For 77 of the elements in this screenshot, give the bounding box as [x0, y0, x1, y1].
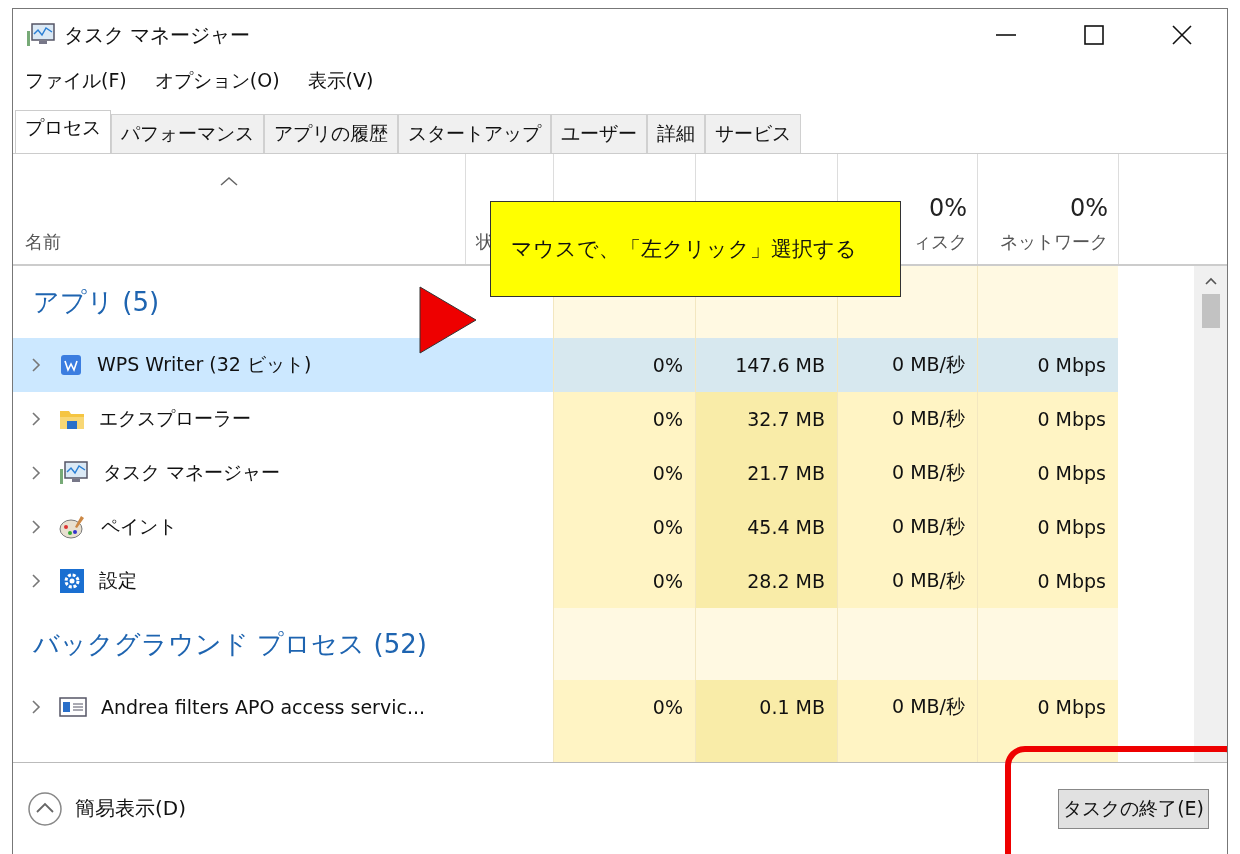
tab[interactable]: スタートアップ [398, 114, 551, 153]
column-percent: 0% [1069, 194, 1108, 222]
chevron-icon[interactable] [31, 519, 41, 535]
process-row[interactable]: Andrea filters APO access servic... 0% 0.1 MB 0 MB/秒 0 Mbps [13, 680, 1194, 734]
menu-item[interactable]: ファイル(F) [25, 68, 127, 94]
chevron-icon[interactable] [31, 465, 41, 481]
memory-cell: 0.1 MB [695, 680, 837, 734]
callout-box: マウスで、「左クリック」選択する [490, 201, 901, 297]
gear-icon [59, 568, 85, 594]
cpu-cell: 0% [553, 392, 695, 446]
tab[interactable]: パフォーマンス [111, 114, 264, 153]
process-row[interactable]: ペイント 0% 45.4 MB 0 MB/秒 0 Mbps [13, 500, 1194, 554]
chevron-icon[interactable] [31, 699, 41, 715]
column-header[interactable]: ィスク [913, 230, 967, 254]
process-name: 設定 [99, 568, 137, 593]
menu-item[interactable]: 表示(V) [307, 68, 374, 94]
process-row[interactable]: エクスプローラー 0% 32.7 MB 0 MB/秒 0 Mbps [13, 392, 1194, 446]
monitor-chart-icon [26, 22, 56, 48]
maximize-icon[interactable] [1083, 24, 1105, 46]
column-header[interactable]: ネットワーク [1000, 230, 1108, 254]
network-cell: 0 Mbps [977, 338, 1118, 392]
column-header[interactable]: 名前 [25, 230, 61, 254]
tab[interactable]: 詳細 [647, 114, 705, 153]
memory-cell: 21.7 MB [695, 446, 837, 500]
process-name: エクスプローラー [99, 406, 251, 431]
cpu-cell: 0% [553, 500, 695, 554]
chevron-icon[interactable] [31, 573, 41, 589]
process-row[interactable]: WPS Writer (32 ビット) 0% 147.6 MB 0 MB/秒 0 Mbps [13, 338, 1194, 392]
memory-cell: 28.2 MB [695, 554, 837, 608]
tab[interactable]: サービス [705, 114, 801, 153]
tab[interactable]: アプリの履歴 [264, 114, 398, 153]
network-cell: 0 Mbps [977, 446, 1118, 500]
chevron-icon[interactable] [31, 357, 41, 373]
monitor-chart-icon [59, 460, 89, 486]
cpu-cell: 0% [553, 338, 695, 392]
cpu-cell: 0% [553, 554, 695, 608]
window-app-icon [59, 696, 87, 718]
memory-cell: 32.7 MB [695, 392, 837, 446]
disk-cell: 0 MB/秒 [837, 680, 977, 734]
collapse-icon[interactable] [27, 790, 63, 827]
sort-caret-icon [220, 176, 238, 186]
process-name: タスク マネージャー [103, 460, 281, 485]
column-percent: 0% [928, 194, 967, 222]
network-cell: 0 Mbps [977, 392, 1118, 446]
process-name: Andrea filters APO access servic... [101, 696, 425, 718]
end-task-button[interactable]: タスクの終了(E) [1058, 788, 1209, 829]
disk-cell: 0 MB/秒 [837, 338, 977, 392]
disk-cell: 0 MB/秒 [837, 500, 977, 554]
disk-cell: 0 MB/秒 [837, 554, 977, 608]
disk-cell: 0 MB/秒 [837, 392, 977, 446]
process-row[interactable]: 設定 0% 28.2 MB 0 MB/秒 0 Mbps [13, 554, 1194, 608]
tab[interactable]: ユーザー [551, 114, 647, 153]
scroll-up-icon[interactable] [1203, 276, 1218, 286]
window-title: タスク マネージャー [64, 21, 251, 49]
group-header: アプリ (5) [33, 285, 160, 319]
document-app-icon [59, 353, 83, 377]
process-name: ペイント [101, 514, 177, 539]
memory-cell: 147.6 MB [695, 338, 837, 392]
fewer-details-link[interactable]: 簡易表示(D) [75, 795, 186, 822]
disk-cell: 0 MB/秒 [837, 446, 977, 500]
pointer-triangle [419, 286, 477, 354]
tab[interactable]: プロセス [15, 110, 111, 153]
memory-cell: 45.4 MB [695, 500, 837, 554]
group-header: バックグラウンド プロセス (52) [33, 627, 427, 661]
chevron-icon[interactable] [31, 411, 41, 427]
process-row[interactable]: タスク マネージャー 0% 21.7 MB 0 MB/秒 0 Mbps [13, 446, 1194, 500]
scroll-thumb[interactable] [1201, 294, 1220, 328]
cpu-cell: 0% [553, 680, 695, 734]
process-name: WPS Writer (32 ビット) [97, 352, 312, 377]
network-cell: 0 Mbps [977, 554, 1118, 608]
cpu-cell: 0% [553, 446, 695, 500]
palette-icon [59, 514, 87, 540]
scrollbar[interactable] [1194, 266, 1227, 762]
close-icon[interactable] [1171, 24, 1193, 46]
menu-item[interactable]: オプション(O) [154, 68, 280, 94]
network-cell: 0 Mbps [977, 500, 1118, 554]
network-cell: 0 Mbps [977, 680, 1118, 734]
